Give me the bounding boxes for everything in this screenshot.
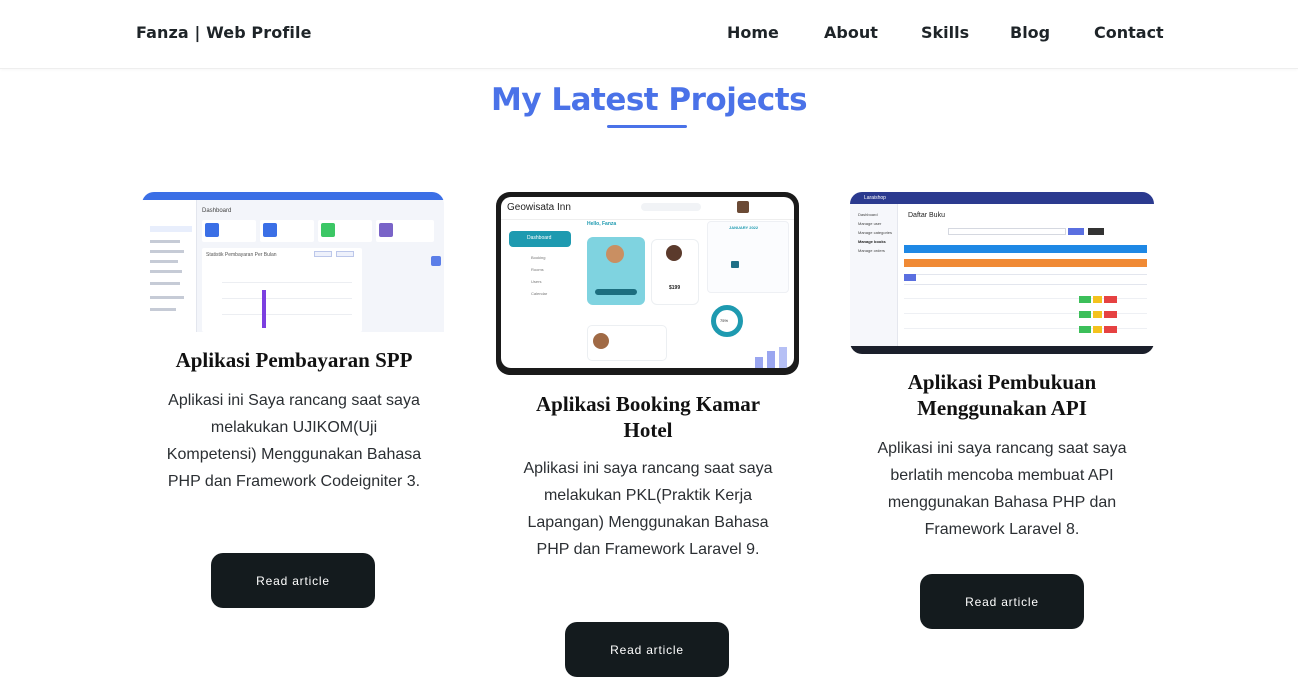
project-description: Aplikasi ini saya rancang saat saya mela…: [523, 460, 773, 558]
thumb-menu-item: Calendar: [531, 291, 548, 296]
thumb-menu-dashboard: Dashboard: [527, 235, 552, 241]
project-title: Aplikasi Pembukuan Menggunakan API: [907, 370, 1097, 420]
nav-link-contact[interactable]: Contact: [1094, 23, 1164, 42]
read-article-button[interactable]: Read article: [211, 553, 375, 608]
project-card-hotel: Geowisata Inn Dashboard Booking Rooms Us…: [496, 192, 800, 682]
project-thumbnail[interactable]: Dashboard Statistik Pembayaran Per Bulan: [142, 192, 444, 332]
project-description: Aplikasi ini Saya rancang saat saya mela…: [166, 392, 422, 490]
nav-link-home[interactable]: Home: [727, 23, 779, 42]
thumb-percent: 75%: [720, 318, 729, 323]
thumb-app-name: Geowisata Inn: [507, 202, 571, 213]
nav-links: Home About Skills Blog Contact: [0, 23, 1298, 45]
project-title: Aplikasi Pembayaran SPP: [175, 348, 413, 372]
read-article-button[interactable]: Read article: [920, 574, 1084, 629]
project-thumbnail[interactable]: Geowisata Inn Dashboard Booking Rooms Us…: [496, 192, 799, 375]
project-title: Aplikasi Booking Kamar Hotel: [535, 392, 761, 442]
thumb-menu-item: Booking: [531, 255, 546, 260]
nav-link-blog[interactable]: Blog: [1010, 23, 1050, 42]
thumb-app-name: Laraishop: [864, 195, 886, 201]
read-article-button[interactable]: Read article: [565, 622, 729, 677]
nav-link-about[interactable]: About: [824, 23, 878, 42]
project-description: Aplikasi ini saya rancang saat saya berl…: [877, 440, 1127, 538]
section-title-underline: [607, 125, 687, 128]
thumb-menu-item: Dashboard: [858, 212, 878, 217]
thumb-greeting: Hello, Fanza: [587, 221, 617, 227]
thumb-menu-item: Rooms: [531, 267, 544, 272]
thumb-calendar-month: JANUARY 2022: [729, 225, 759, 230]
thumb-menu-item: Manage user: [858, 221, 882, 226]
section-title: My Latest Projects: [490, 82, 808, 118]
navbar: Fanza | Web Profile Home About Skills Bl…: [0, 0, 1298, 69]
thumb-menu-item: Manage categories: [858, 230, 893, 235]
thumb-price: $199: [669, 285, 681, 291]
thumb-menu-item: Users: [531, 279, 542, 284]
project-card-api: Laraishop Dashboard Manage user Manage c…: [850, 192, 1154, 632]
thumb-menu-item: Manage orders: [858, 248, 885, 253]
thumb-chart-title: Statistik Pembayaran Per Bulan: [206, 252, 277, 258]
project-thumbnail[interactable]: Laraishop Dashboard Manage user Manage c…: [850, 192, 1154, 354]
project-card-spp: Dashboard Statistik Pembayaran Per Bulan…: [142, 192, 446, 612]
thumb-page-title: Daftar Buku: [908, 212, 945, 219]
thumb-menu-item: Manage books: [858, 239, 886, 244]
thumb-header: Dashboard: [202, 208, 232, 214]
nav-link-skills[interactable]: Skills: [921, 23, 969, 42]
